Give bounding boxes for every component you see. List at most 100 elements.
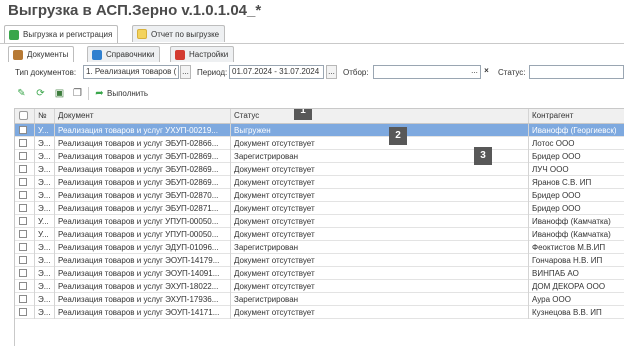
row-checkbox[interactable]	[19, 139, 27, 147]
copy-icon[interactable]: ❐	[72, 88, 83, 99]
period-select-button[interactable]: ...	[326, 65, 337, 79]
row-checkbox[interactable]	[19, 126, 27, 134]
row-document: Реализация товаров и услуг ЭОУП-14171...	[55, 306, 231, 319]
row-checkbox[interactable]	[19, 308, 27, 316]
status-label: Статус:	[498, 68, 526, 77]
table-row[interactable]: Э... Реализация товаров и услуг ЭБУП-0286…	[15, 163, 624, 176]
row-document: Реализация товаров и услуг УПУП-00050...	[55, 215, 231, 228]
table-row[interactable]: Э... Реализация товаров и услуг ЭБУП-0287…	[15, 202, 624, 215]
row-checkbox[interactable]	[19, 295, 27, 303]
row-checkbox[interactable]	[19, 152, 27, 160]
period-label: Период:	[197, 68, 228, 77]
tab-settings-label: Настройки	[189, 50, 229, 59]
row-checkbox[interactable]	[19, 269, 27, 277]
row-status: Документ отсутствует	[231, 280, 529, 293]
row-status: Выгружен	[231, 124, 529, 137]
selection-field[interactable]	[373, 65, 481, 79]
header-number[interactable]: №	[35, 109, 55, 123]
table-row[interactable]: Э... Реализация товаров и услуг ЭОУП-1417…	[15, 254, 624, 267]
row-checkbox[interactable]	[19, 178, 27, 186]
header-contractor[interactable]: Контрагент	[529, 109, 624, 123]
row-checkbox[interactable]	[19, 243, 27, 251]
row-checkbox-cell	[15, 306, 35, 319]
documents-table: № Документ Статус Контрагент У... Реализа…	[14, 108, 624, 346]
row-number: Э...	[35, 254, 55, 267]
row-checkbox[interactable]	[19, 191, 27, 199]
tab-documents-label: Документы	[27, 50, 69, 59]
row-contractor: Иванофф (Георгиевск)	[529, 124, 624, 137]
tab-catalogs[interactable]: Справочники	[87, 46, 161, 62]
row-contractor: ВИНПАБ АО	[529, 267, 624, 280]
table-row[interactable]: Э... Реализация товаров и услуг ЭОУП-1409…	[15, 267, 624, 280]
row-contractor: Бридер ООО	[529, 150, 624, 163]
row-number: Э...	[35, 306, 55, 319]
tab-settings[interactable]: Настройки	[170, 46, 235, 62]
row-checkbox-cell	[15, 176, 35, 189]
execute-button[interactable]: Выполнить	[107, 89, 148, 98]
table-row[interactable]: Э... Реализация товаров и услуг ЭДУП-0109…	[15, 241, 624, 254]
save-icon[interactable]: ▣	[54, 88, 65, 99]
callout-marker-1: 1	[294, 109, 312, 120]
tab-documents[interactable]: Документы	[8, 46, 75, 62]
row-status: Документ отсутствует	[231, 202, 529, 215]
row-document: Реализация товаров и услуг ЭБУП-02869...	[55, 163, 231, 176]
row-document: Реализация товаров и услуг ЭБУП-02869...	[55, 176, 231, 189]
row-document: Реализация товаров и услуг УХУП-00219...	[55, 124, 231, 137]
table-row[interactable]: Э... Реализация товаров и услуг ЭБУП-0286…	[15, 176, 624, 189]
table-row[interactable]: Э... Реализация товаров и услуг ЭБУП-0287…	[15, 189, 624, 202]
row-checkbox-cell	[15, 189, 35, 202]
documents-icon	[13, 49, 23, 60]
row-checkbox-cell	[15, 150, 35, 163]
row-status: Документ отсутствует	[231, 215, 529, 228]
row-checkbox[interactable]	[19, 230, 27, 238]
row-status: Документ отсутствует	[231, 189, 529, 202]
row-checkbox-cell	[15, 241, 35, 254]
row-checkbox[interactable]	[19, 256, 27, 264]
row-status: Документ отсутствует	[231, 254, 529, 267]
edit-pencil-icon[interactable]: ✎	[16, 88, 27, 99]
status-field[interactable]	[529, 65, 624, 79]
header-status[interactable]: Статус	[231, 109, 529, 123]
row-checkbox-cell	[15, 228, 35, 241]
doc-type-field[interactable]: 1. Реализация товаров (	[83, 65, 179, 79]
header-document[interactable]: Документ	[55, 109, 231, 123]
top-tab-bar: Выгрузка и регистрация Отчет по выгрузке	[0, 25, 624, 44]
report-icon	[137, 29, 147, 39]
refresh-icon[interactable]: ⟳	[35, 88, 46, 99]
table-row[interactable]: Э... Реализация товаров и услуг ЭОУП-1417…	[15, 306, 624, 319]
tab-upload-report-label: Отчет по выгрузке	[151, 29, 220, 39]
table-row[interactable]: У... Реализация товаров и услуг УХУП-0021…	[15, 124, 624, 137]
table-row[interactable]: Э... Реализация товаров и услуг ЭБУП-0286…	[15, 137, 624, 150]
row-checkbox[interactable]	[19, 165, 27, 173]
table-row[interactable]: Э... Реализация товаров и услуг ЭХУП-1793…	[15, 293, 624, 306]
row-number: Э...	[35, 189, 55, 202]
doc-type-select-button[interactable]: ...	[180, 65, 191, 79]
selection-clear-button[interactable]: ×	[481, 65, 492, 79]
row-checkbox[interactable]	[19, 282, 27, 290]
row-document: Реализация товаров и услуг ЭОУП-14179...	[55, 254, 231, 267]
table-row[interactable]: У... Реализация товаров и услуг УПУП-0005…	[15, 228, 624, 241]
row-document: Реализация товаров и услуг ЭБУП-02871...	[55, 202, 231, 215]
toolbar: ✎ ⟳ ▣ ❐ ➦ Выполнить	[0, 86, 624, 102]
select-all-checkbox-icon[interactable]	[19, 111, 28, 120]
row-document: Реализация товаров и услуг ЭДУП-01096...	[55, 241, 231, 254]
row-number: Э...	[35, 202, 55, 215]
table-row[interactable]: Э... Реализация товаров и услуг ЭХУП-1802…	[15, 280, 624, 293]
row-status: Зарегистрирован	[231, 241, 529, 254]
row-checkbox[interactable]	[19, 204, 27, 212]
toolbar-separator	[88, 87, 89, 100]
row-checkbox[interactable]	[19, 217, 27, 225]
table-row[interactable]: Э... Реализация товаров и услуг ЭБУП-0286…	[15, 150, 624, 163]
header-select-all[interactable]	[15, 109, 35, 123]
period-field[interactable]: 01.07.2024 - 31.07.2024	[229, 65, 324, 79]
table-row[interactable]: У... Реализация товаров и услуг УПУП-0005…	[15, 215, 624, 228]
row-contractor: Лотос ООО	[529, 137, 624, 150]
filter-bar: Тип документов: 1. Реализация товаров ( …	[0, 64, 624, 82]
row-status: Зарегистрирован	[231, 293, 529, 306]
tab-upload-report[interactable]: Отчет по выгрузке	[132, 25, 226, 42]
row-document: Реализация товаров и услуг ЭХУП-17936...	[55, 293, 231, 306]
row-contractor: Бридер ООО	[529, 189, 624, 202]
row-checkbox-cell	[15, 137, 35, 150]
tab-upload-register[interactable]: Выгрузка и регистрация	[4, 25, 119, 43]
selection-ellipsis-button[interactable]: ...	[469, 65, 480, 79]
